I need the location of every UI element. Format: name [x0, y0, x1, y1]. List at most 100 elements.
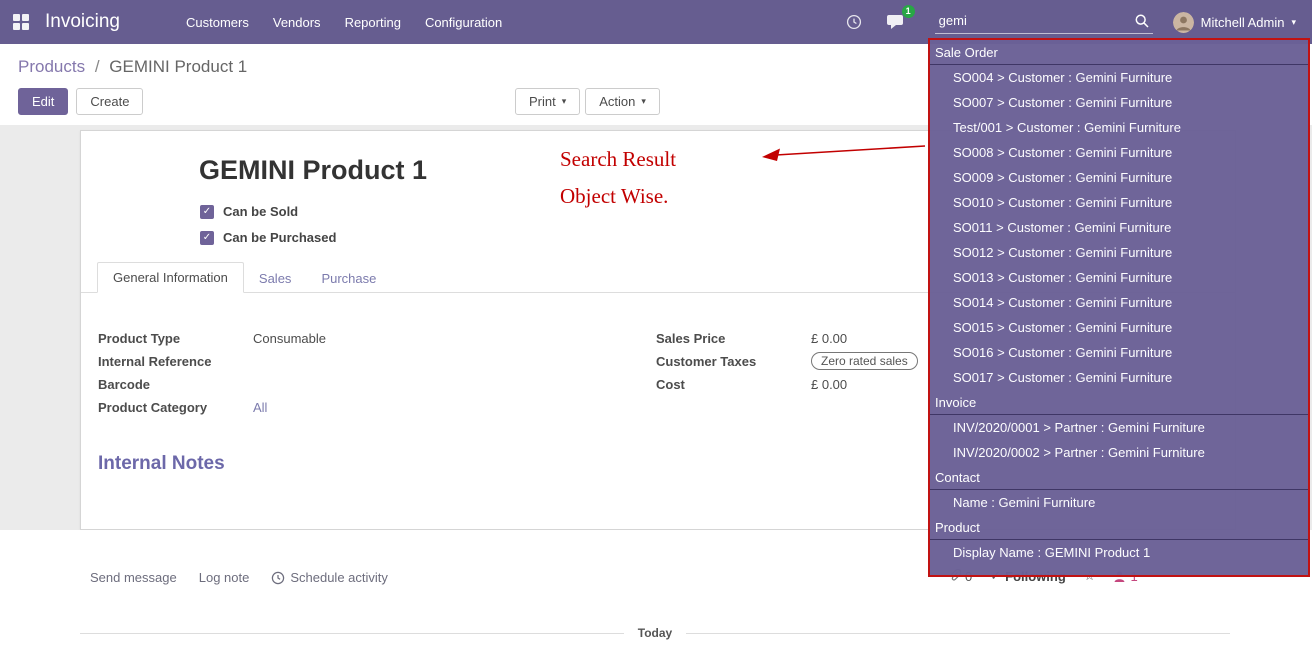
product-type-label: Product Type: [98, 331, 253, 346]
search-input[interactable]: [935, 10, 1153, 34]
search-result-item[interactable]: SO008 > Customer : Gemini Furniture: [930, 140, 1308, 165]
internal-reference-value: [253, 354, 313, 368]
caret-down-icon: ▾: [1291, 17, 1296, 28]
schedule-activity-button[interactable]: Schedule activity: [271, 570, 388, 585]
action-button[interactable]: Action ▾: [585, 88, 660, 115]
menu-vendors[interactable]: Vendors: [261, 2, 333, 43]
avatar: [1173, 12, 1194, 33]
product-category-label: Product Category: [98, 400, 253, 415]
field-product-type: Product Type Consumable: [98, 329, 326, 347]
field-barcode: Barcode: [98, 375, 326, 393]
field-customer-taxes: Customer Taxes Zero rated sales: [656, 352, 918, 370]
navbar-right: 1 Mitchell Admin ▾: [834, 10, 1312, 34]
messages-icon[interactable]: 1: [874, 14, 917, 30]
cost-value: £ 0.00: [811, 377, 871, 392]
search-result-item[interactable]: Name : Gemini Furniture: [930, 490, 1308, 515]
caret-down-icon: ▾: [562, 96, 567, 107]
clock-icon: [271, 571, 285, 585]
breadcrumb-current: GEMINI Product 1: [109, 57, 247, 76]
field-cost: Cost £ 0.00: [656, 375, 918, 393]
action-button-label: Action: [599, 94, 635, 109]
search-result-item[interactable]: SO014 > Customer : Gemini Furniture: [930, 290, 1308, 315]
fields-left-column: Product Type Consumable Internal Referen…: [98, 329, 326, 421]
can-be-purchased-row: ✓ Can be Purchased: [200, 230, 336, 245]
field-product-category: Product Category All: [98, 398, 326, 416]
product-type-value: Consumable: [253, 331, 326, 346]
annotation-text: Search Result Object Wise.: [560, 147, 676, 221]
search-results-dropdown: Sale Order SO004 > Customer : Gemini Fur…: [928, 38, 1310, 577]
can-be-sold-row: ✓ Can be Sold: [200, 204, 298, 219]
search-group-contact: Contact: [930, 465, 1308, 490]
menu-reporting[interactable]: Reporting: [333, 2, 413, 43]
app-name: Invoicing: [45, 11, 120, 33]
tab-sales[interactable]: Sales: [244, 264, 307, 293]
search-result-item[interactable]: SO011 > Customer : Gemini Furniture: [930, 215, 1308, 240]
barcode-value: [253, 377, 313, 391]
internal-reference-label: Internal Reference: [98, 354, 253, 369]
action-buttons: Print ▾ Action ▾: [515, 88, 660, 115]
barcode-label: Barcode: [98, 377, 253, 392]
search-group-product: Product: [930, 515, 1308, 540]
search-result-item[interactable]: SO004 > Customer : Gemini Furniture: [930, 65, 1308, 90]
annotation-arrow: [758, 139, 930, 167]
main-menu: Customers Vendors Reporting Configuratio…: [174, 2, 514, 43]
search-result-item[interactable]: INV/2020/0001 > Partner : Gemini Furnitu…: [930, 415, 1308, 440]
search-icon[interactable]: [1134, 13, 1150, 32]
search-result-item[interactable]: SO015 > Customer : Gemini Furniture: [930, 315, 1308, 340]
navbar-search: [935, 10, 1153, 34]
schedule-activity-label: Schedule activity: [290, 570, 388, 585]
check-icon: ✓: [203, 206, 211, 217]
edit-button[interactable]: Edit: [18, 88, 68, 115]
user-name: Mitchell Admin: [1201, 15, 1285, 30]
can-be-sold-checkbox[interactable]: ✓: [200, 205, 214, 219]
product-category-value[interactable]: All: [253, 400, 313, 415]
caret-down-icon: ▾: [641, 96, 646, 107]
search-result-item[interactable]: SO017 > Customer : Gemini Furniture: [930, 365, 1308, 390]
search-result-item[interactable]: SO013 > Customer : Gemini Furniture: [930, 265, 1308, 290]
customer-taxes-tag: Zero rated sales: [811, 352, 918, 370]
product-title: GEMINI Product 1: [199, 155, 427, 186]
search-result-item[interactable]: SO012 > Customer : Gemini Furniture: [930, 240, 1308, 265]
breadcrumb-products-link[interactable]: Products: [18, 57, 85, 76]
cost-label: Cost: [656, 377, 811, 392]
search-result-item[interactable]: SO010 > Customer : Gemini Furniture: [930, 190, 1308, 215]
tab-purchase[interactable]: Purchase: [306, 264, 391, 293]
annotation-line-2: Object Wise.: [560, 184, 676, 209]
chatter-actions: Send message Log note Schedule activity: [90, 570, 388, 585]
can-be-purchased-checkbox[interactable]: ✓: [200, 231, 214, 245]
search-result-item[interactable]: Display Name : GEMINI Product 1: [930, 540, 1308, 565]
messages-badge: 1: [902, 5, 915, 18]
search-result-item[interactable]: SO009 > Customer : Gemini Furniture: [930, 165, 1308, 190]
can-be-sold-label: Can be Sold: [223, 204, 298, 219]
internal-notes-heading: Internal Notes: [98, 453, 225, 475]
can-be-purchased-label: Can be Purchased: [223, 230, 336, 245]
breadcrumb: Products / GEMINI Product 1: [18, 57, 247, 77]
sales-price-label: Sales Price: [656, 331, 811, 346]
create-button[interactable]: Create: [76, 88, 143, 115]
apps-menu-icon[interactable]: [13, 14, 29, 30]
search-result-item[interactable]: Test/001 > Customer : Gemini Furniture: [930, 115, 1308, 140]
annotation-line-1: Search Result: [560, 147, 676, 172]
menu-configuration[interactable]: Configuration: [413, 2, 514, 43]
search-result-item[interactable]: SO007 > Customer : Gemini Furniture: [930, 90, 1308, 115]
search-result-item[interactable]: SO016 > Customer : Gemini Furniture: [930, 340, 1308, 365]
check-icon: ✓: [203, 232, 211, 243]
activities-clock-icon[interactable]: [834, 14, 874, 30]
fields-right-column: Sales Price £ 0.00 Customer Taxes Zero r…: [656, 329, 918, 398]
customer-taxes-label: Customer Taxes: [656, 354, 811, 369]
send-message-button[interactable]: Send message: [90, 570, 177, 585]
tab-general-information[interactable]: General Information: [97, 262, 244, 293]
search-result-item[interactable]: INV/2020/0002 > Partner : Gemini Furnitu…: [930, 440, 1308, 465]
search-group-invoice: Invoice: [930, 390, 1308, 415]
date-divider: Today: [80, 626, 1230, 640]
log-note-button[interactable]: Log note: [199, 570, 250, 585]
sales-price-value: £ 0.00: [811, 331, 871, 346]
search-group-sale-order: Sale Order: [930, 40, 1308, 65]
record-buttons: Edit Create: [18, 88, 143, 115]
date-divider-label: Today: [638, 626, 672, 640]
breadcrumb-separator: /: [95, 57, 100, 76]
menu-customers[interactable]: Customers: [174, 2, 261, 43]
print-button[interactable]: Print ▾: [515, 88, 580, 115]
page: Invoicing Customers Vendors Reporting Co…: [0, 0, 1312, 658]
user-menu[interactable]: Mitchell Admin ▾: [1161, 12, 1312, 33]
